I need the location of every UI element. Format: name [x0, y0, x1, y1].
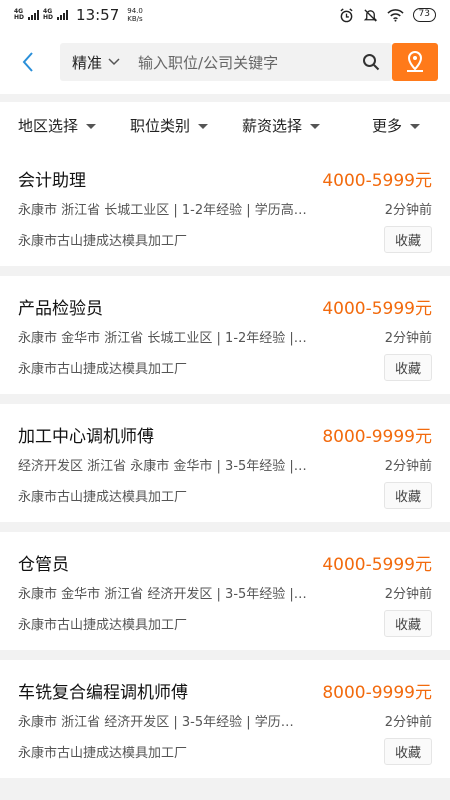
job-time: 2分钟前: [384, 587, 432, 602]
search-header: 精准 输入职位/公司关键字: [0, 30, 450, 94]
back-arrow-icon: [22, 52, 33, 72]
list-bottom-spacer: [0, 784, 450, 800]
job-info: 永康市 浙江省 长城工业区 | 1-2年经验 | 学历高…: [18, 203, 307, 218]
dropdown-triangle-icon: [86, 123, 97, 129]
filter-more-label: 更多: [372, 116, 403, 135]
job-time: 2分钟前: [384, 715, 432, 730]
network-speed: 94.0 KB/s: [127, 7, 143, 23]
filter-job-category[interactable]: 职位类别: [130, 115, 242, 136]
mute-icon: [363, 8, 377, 22]
network-speed-value: 94.0: [127, 7, 143, 15]
location-pin-icon: [407, 50, 423, 72]
search-input[interactable]: 输入职位/公司关键字: [138, 52, 362, 73]
job-title: 仓管员: [18, 555, 69, 575]
job-company: 永康市古山捷成达模具加工厂: [18, 234, 188, 249]
job-company: 永康市古山捷成达模具加工厂: [18, 746, 188, 761]
job-card[interactable]: 会计助理 4000-5999元 永康市 浙江省 长城工业区 | 1-2年经验 | …: [0, 148, 450, 266]
wifi-icon: [386, 9, 404, 22]
network-speed-unit: KB/s: [127, 15, 143, 23]
job-salary: 4000-5999元: [322, 555, 432, 575]
job-salary: 4000-5999元: [322, 299, 432, 319]
signal-icon: [28, 10, 40, 20]
chevron-down-icon: [108, 58, 120, 66]
battery-indicator: 73: [412, 8, 436, 22]
favorite-button[interactable]: 收藏: [383, 354, 432, 381]
search-icon[interactable]: [362, 53, 380, 71]
job-time: 2分钟前: [384, 203, 432, 218]
network-indicator-1: 4G HD: [14, 9, 24, 21]
status-right: 73: [339, 7, 436, 23]
job-card[interactable]: 车铣复合编程调机师傅 8000-9999元 永康市 浙江省 经济开发区 | 3-5…: [0, 660, 450, 778]
filter-more[interactable]: 更多: [372, 115, 421, 136]
search-box[interactable]: 精准 输入职位/公司关键字: [60, 43, 392, 81]
favorite-button[interactable]: 收藏: [383, 482, 432, 509]
filter-region-label: 地区选择: [18, 116, 79, 135]
job-card[interactable]: 加工中心调机师傅 8000-9999元 经济开发区 浙江省 永康市 金华市 | 3…: [0, 404, 450, 522]
job-salary: 8000-9999元: [322, 683, 432, 703]
job-card[interactable]: 仓管员 4000-5999元 永康市 金华市 浙江省 经济开发区 | 3-5年经验…: [0, 532, 450, 650]
location-button[interactable]: [392, 43, 438, 81]
search-mode-label: 精准: [72, 53, 103, 72]
job-list: 会计助理 4000-5999元 永康市 浙江省 长城工业区 | 1-2年经验 | …: [0, 148, 450, 778]
job-title: 车铣复合编程调机师傅: [18, 683, 188, 703]
dropdown-triangle-icon: [198, 123, 209, 129]
filter-bar: 地区选择 职位类别 薪资选择 更多: [0, 102, 450, 148]
favorite-button[interactable]: 收藏: [383, 610, 432, 637]
job-time: 2分钟前: [384, 459, 432, 474]
job-company: 永康市古山捷成达模具加工厂: [18, 362, 188, 377]
filter-salary[interactable]: 薪资选择: [242, 115, 372, 136]
job-company: 永康市古山捷成达模具加工厂: [18, 490, 188, 505]
status-time: 13:57: [76, 6, 120, 24]
job-title: 会计助理: [18, 171, 86, 191]
search-mode-dropdown[interactable]: 精准: [72, 52, 120, 73]
alarm-icon: [340, 7, 353, 22]
job-salary: 4000-5999元: [322, 171, 432, 191]
dropdown-triangle-icon: [410, 123, 421, 129]
network-indicator-2: 4G HD: [43, 9, 53, 21]
job-title: 加工中心调机师傅: [18, 427, 154, 447]
network-sub-2: HD: [43, 14, 54, 21]
dropdown-triangle-icon: [310, 123, 321, 129]
back-button[interactable]: [14, 44, 42, 80]
job-salary: 8000-9999元: [322, 427, 432, 447]
job-info: 永康市 金华市 浙江省 经济开发区 | 3-5年经验 |…: [18, 587, 307, 602]
network-sub-1: HD: [14, 14, 25, 21]
status-bar: 4G HD 4G HD 13:57 94.0 KB/s 73: [0, 0, 450, 30]
status-left: 4G HD 4G HD 13:57 94.0 KB/s: [14, 6, 143, 24]
job-card[interactable]: 产品检验员 4000-5999元 永康市 金华市 浙江省 长城工业区 | 1-2年…: [0, 276, 450, 394]
job-company: 永康市古山捷成达模具加工厂: [18, 618, 188, 633]
job-info: 永康市 浙江省 经济开发区 | 3-5年经验 | 学历…: [18, 715, 294, 730]
filter-salary-label: 薪资选择: [242, 116, 303, 135]
job-info: 永康市 金华市 浙江省 长城工业区 | 1-2年经验 |…: [18, 331, 307, 346]
favorite-button[interactable]: 收藏: [383, 738, 432, 765]
job-time: 2分钟前: [384, 331, 432, 346]
filter-job-category-label: 职位类别: [130, 116, 191, 135]
job-info: 经济开发区 浙江省 永康市 金华市 | 3-5年经验 |…: [18, 459, 307, 474]
favorite-button[interactable]: 收藏: [383, 226, 432, 253]
signal-icon-2: [57, 10, 69, 20]
job-title: 产品检验员: [18, 299, 103, 319]
filter-region[interactable]: 地区选择: [18, 115, 130, 136]
